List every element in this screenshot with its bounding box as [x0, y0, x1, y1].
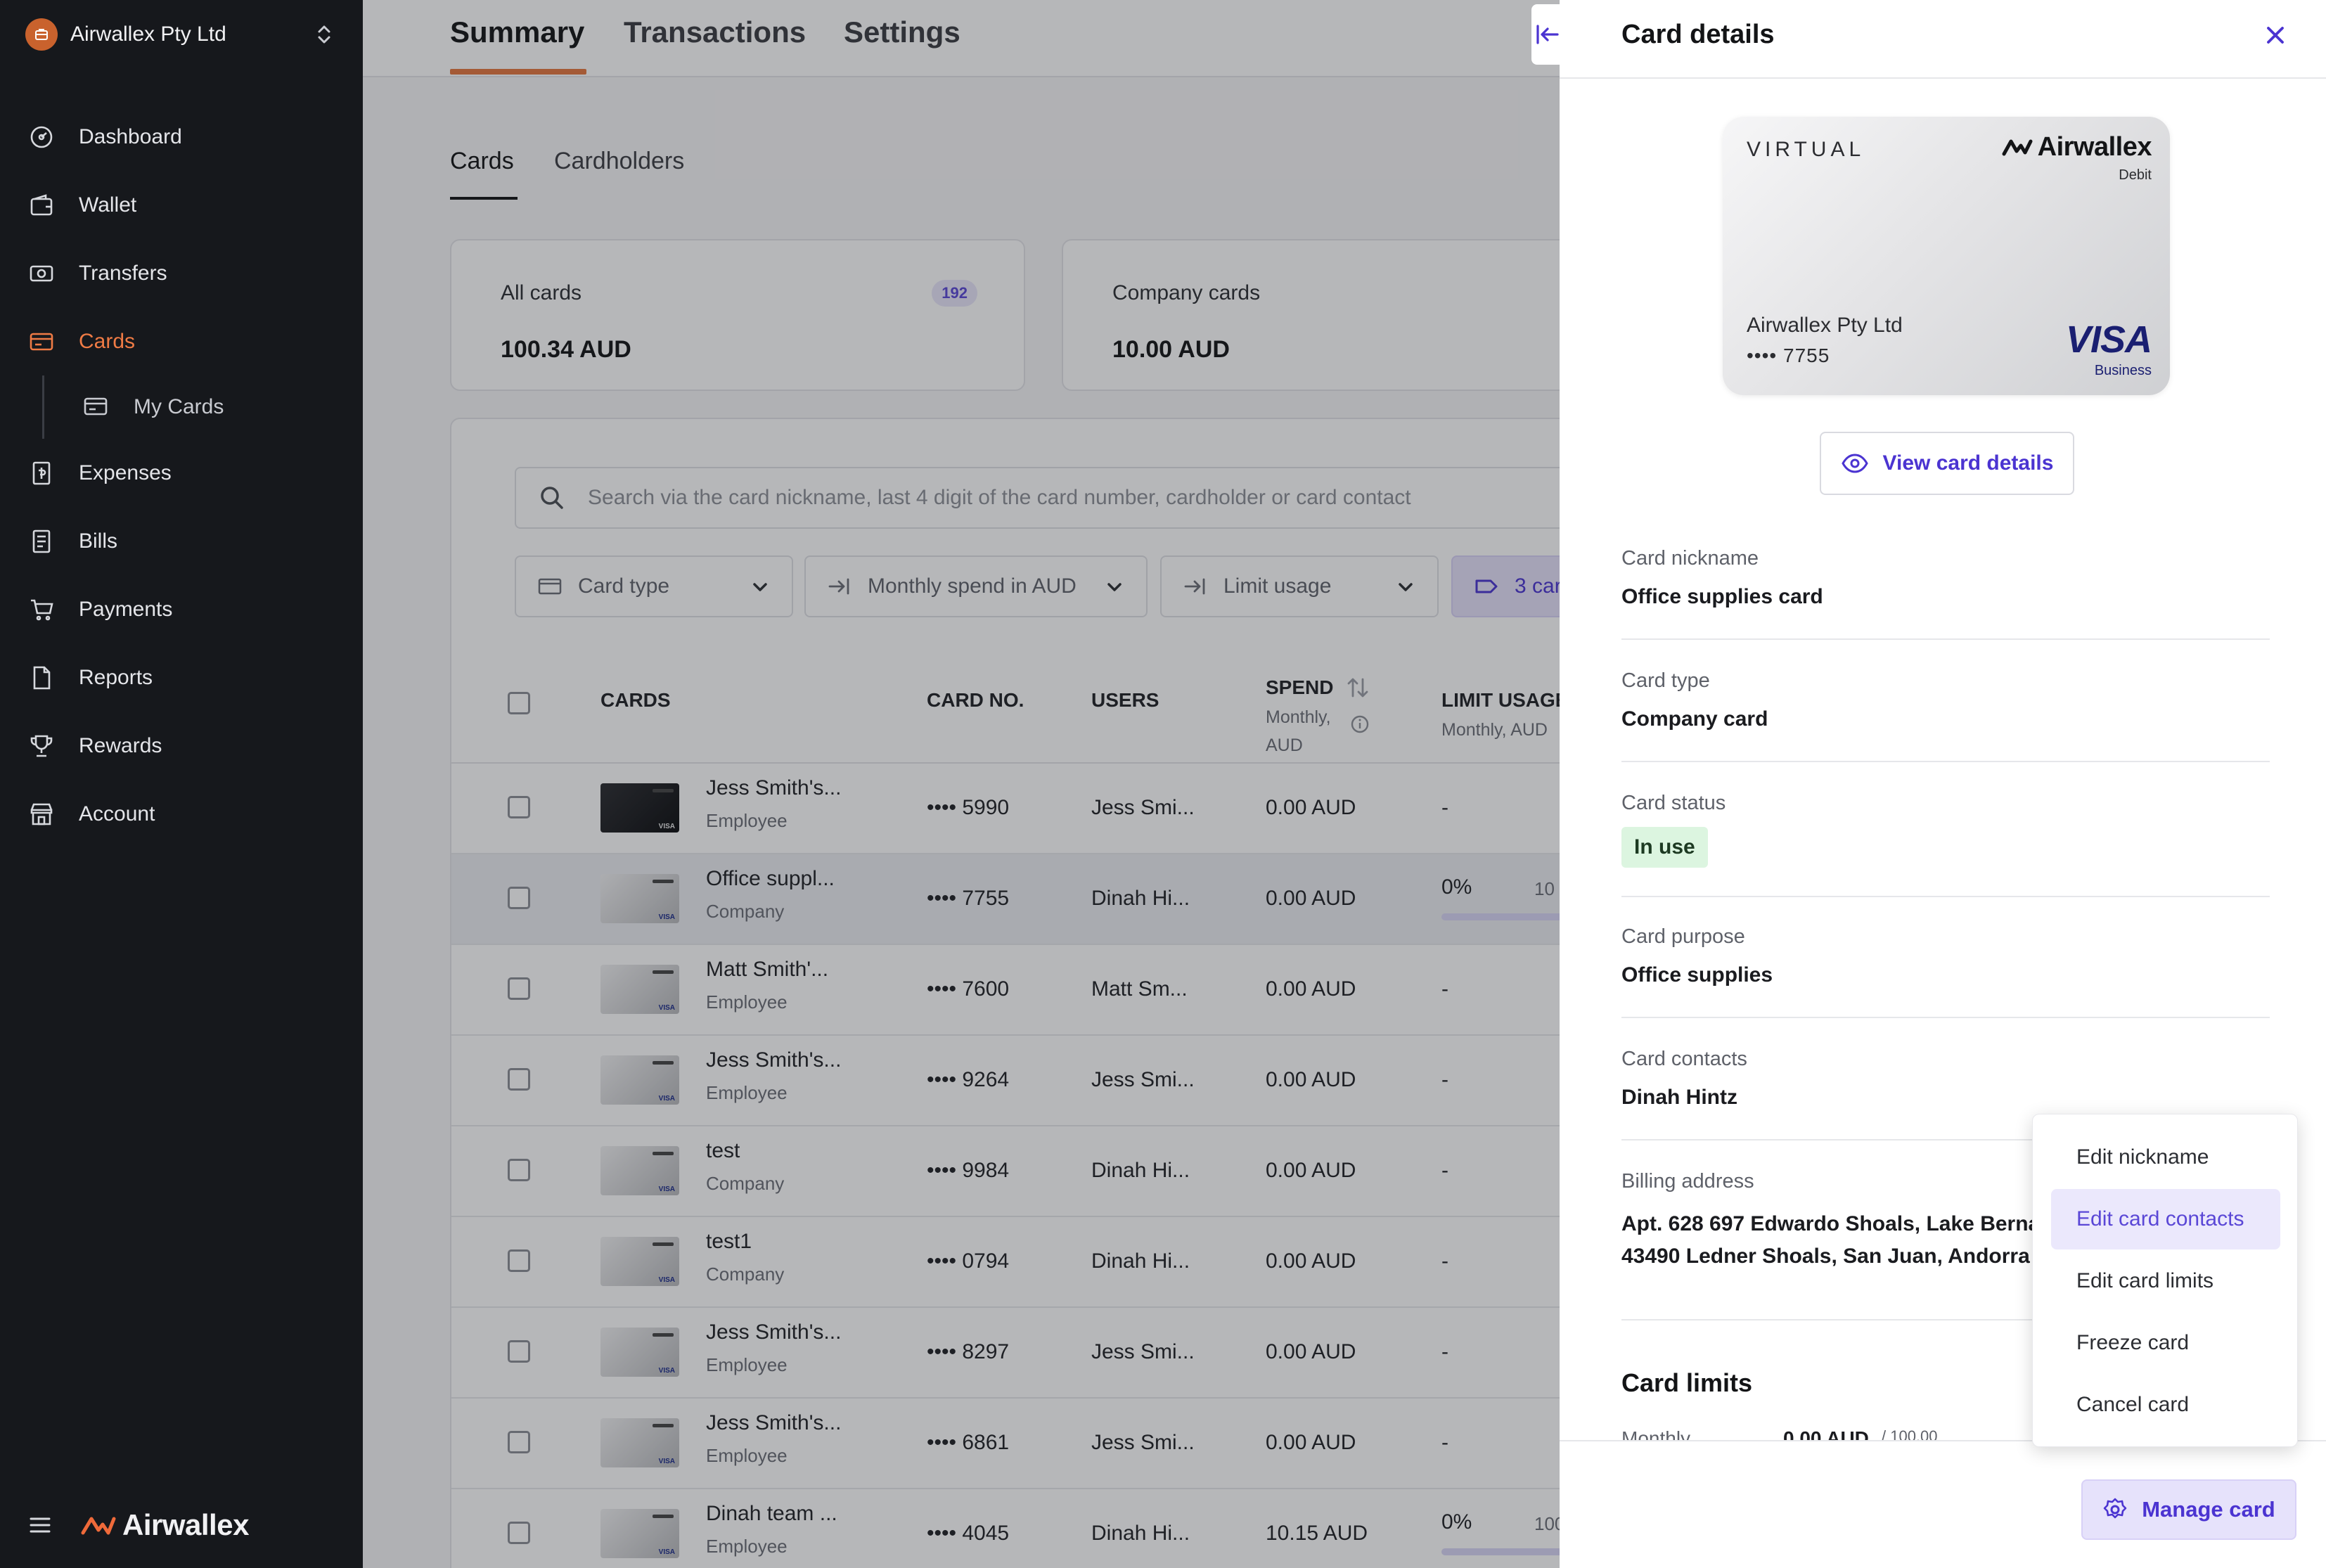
- field-value: Dinah Hintz: [1621, 1086, 1737, 1109]
- card-status-field: Card status In use: [1621, 792, 2270, 897]
- sidebar-item-label: Reports: [79, 665, 153, 689]
- org-logo-icon: [25, 18, 58, 51]
- sidebar-item-label: Expenses: [79, 461, 172, 484]
- limit-max: / 100.00: [1882, 1427, 1938, 1441]
- menu-item-edit-card-limits[interactable]: Edit card limits: [2051, 1251, 2280, 1311]
- sidebar-item-my-cards[interactable]: My Cards: [0, 375, 363, 439]
- airwallex-logo: Airwallex: [80, 1508, 249, 1542]
- manage-card-button[interactable]: Manage card: [2081, 1479, 2296, 1540]
- expenses-icon: [28, 460, 55, 487]
- card-debit-label: Debit: [2119, 167, 2152, 183]
- wallet-icon: [28, 192, 55, 219]
- field-label: Card purpose: [1621, 925, 1745, 948]
- sidebar-item-cards[interactable]: Cards: [0, 307, 363, 375]
- view-card-details-button[interactable]: View card details: [1820, 432, 2074, 495]
- store-icon: [28, 801, 55, 828]
- field-value: Office supplies card: [1621, 585, 1823, 608]
- menu-item-edit-nickname[interactable]: Edit nickname: [2051, 1127, 2280, 1188]
- transfers-icon: [28, 260, 55, 287]
- sidebar-item-label: My Cards: [134, 395, 224, 418]
- airwallex-logo-icon: [2002, 139, 2033, 155]
- billing-address-line1: Apt. 628 697 Edwardo Shoals, Lake Berna: [1621, 1212, 2041, 1235]
- drawer-header: Card details: [1560, 0, 2326, 79]
- sidebar-item-wallet[interactable]: Wallet: [0, 171, 363, 239]
- dashboard-icon: [28, 124, 55, 150]
- card-nickname-field: Card nickname Office supplies card: [1621, 547, 2270, 640]
- org-switcher[interactable]: Airwallex Pty Ltd: [25, 17, 335, 52]
- cards-icon: [28, 328, 55, 355]
- reports-icon: [28, 664, 55, 691]
- drawer-title: Card details: [1621, 20, 1775, 49]
- field-label: Card nickname: [1621, 547, 1759, 570]
- my-cards-icon: [83, 394, 110, 420]
- sidebar-item-label: Bills: [79, 529, 118, 553]
- field-label: Card contacts: [1621, 1048, 1747, 1070]
- manage-card-label: Manage card: [2142, 1497, 2275, 1522]
- menu-item-cancel-card[interactable]: Cancel card: [2051, 1375, 2280, 1435]
- sidebar-item-payments[interactable]: Payments: [0, 575, 363, 643]
- billing-address-line2: 43490 Ledner Shoals, San Juan, Andorra I: [1621, 1245, 2042, 1268]
- card-limits-title: Card limits: [1621, 1368, 1753, 1397]
- airwallex-logo-icon: [81, 1517, 116, 1535]
- card-purpose-field: Card purpose Office supplies: [1621, 925, 2270, 1018]
- drawer-footer: Manage card: [1560, 1440, 2326, 1568]
- limit-period: Monthly: [1621, 1427, 1691, 1441]
- card-kind-label: VIRTUAL: [1747, 138, 1865, 161]
- trophy-icon: [28, 733, 55, 759]
- sidebar-item-account[interactable]: Account: [0, 780, 363, 848]
- sidebar: Airwallex Pty Ltd Dashboard Wallet Trans…: [0, 0, 363, 1568]
- card-holder: Airwallex Pty Ltd: [1747, 314, 1903, 337]
- close-icon[interactable]: [2261, 21, 2289, 49]
- visa-logo: VISA: [2065, 319, 2152, 361]
- bills-icon: [28, 528, 55, 555]
- sidebar-item-reports[interactable]: Reports: [0, 643, 363, 712]
- sidebar-nav: Dashboard Wallet Transfers Cards My Card…: [0, 103, 363, 848]
- field-value: Company card: [1621, 707, 1768, 731]
- sidebar-item-label: Payments: [79, 597, 173, 621]
- menu-icon[interactable]: [28, 1515, 52, 1536]
- sidebar-item-label: Dashboard: [79, 124, 182, 148]
- field-label: Billing address: [1621, 1170, 1754, 1193]
- card-number: •••• 7755: [1747, 345, 1830, 366]
- view-card-details-label: View card details: [1882, 451, 2054, 475]
- sidebar-item-label: Wallet: [79, 193, 137, 217]
- sidebar-item-label: Transfers: [79, 261, 167, 285]
- collapse-left-icon: [1536, 25, 1559, 44]
- sidebar-footer: Airwallex: [28, 1508, 249, 1542]
- card-brand: Airwallex: [2001, 132, 2152, 162]
- sidebar-item-label: Account: [79, 802, 155, 825]
- sidebar-item-label: Cards: [79, 329, 136, 353]
- status-badge: In use: [1621, 827, 1708, 868]
- billing-address: Apt. 628 697 Edwardo Shoals, Lake Berna …: [1621, 1208, 2041, 1273]
- sidebar-item-rewards[interactable]: Rewards: [0, 712, 363, 780]
- menu-item-edit-card-contacts[interactable]: Edit card contacts: [2051, 1189, 2280, 1249]
- sidebar-item-expenses[interactable]: Expenses: [0, 439, 363, 507]
- visa-business-label: Business: [2094, 363, 2152, 378]
- field-label: Card status: [1621, 792, 1726, 814]
- field-value: Office supplies: [1621, 963, 1773, 987]
- card-type-field: Card type Company card: [1621, 669, 2270, 762]
- brand-name: Airwallex: [122, 1508, 249, 1541]
- sidebar-item-bills[interactable]: Bills: [0, 507, 363, 575]
- org-name: Airwallex Pty Ltd: [70, 23, 226, 46]
- gear-icon: [2103, 1498, 2127, 1519]
- sidebar-item-transfers[interactable]: Transfers: [0, 239, 363, 307]
- sidebar-item-dashboard[interactable]: Dashboard: [0, 103, 363, 171]
- chevron-up-down-icon: [318, 25, 330, 44]
- virtual-card-preview: VIRTUAL Airwallex Debit Airwallex Pty Lt…: [1723, 117, 2170, 395]
- cart-icon: [28, 596, 55, 623]
- card-brand-name: Airwallex: [2037, 132, 2152, 162]
- manage-card-menu: Edit nickname Edit card contacts Edit ca…: [2032, 1114, 2298, 1447]
- limit-value: 0.00 AUD: [1783, 1427, 1869, 1441]
- menu-item-freeze-card[interactable]: Freeze card: [2051, 1313, 2280, 1373]
- sidebar-item-label: Rewards: [79, 733, 162, 757]
- field-label: Card type: [1621, 669, 1710, 692]
- eye-icon: [1841, 454, 1868, 473]
